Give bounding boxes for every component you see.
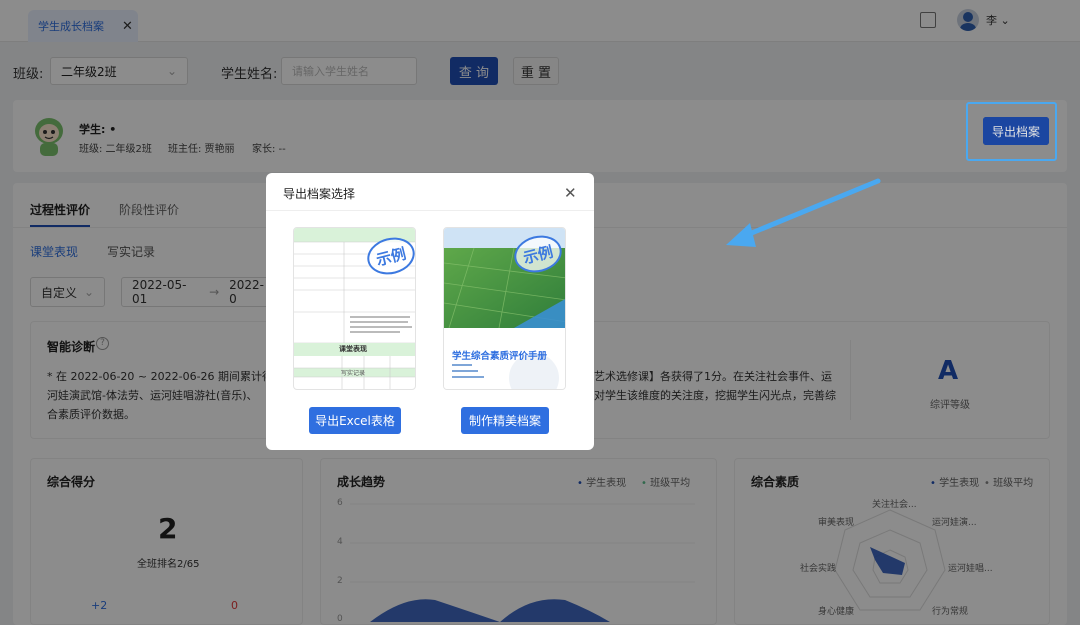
excel-preview[interactable]: 课堂表现 写实记录 示例 — [293, 227, 416, 390]
export-excel-button[interactable]: 导出Excel表格 — [309, 407, 401, 434]
doc-section-label: 课堂表现 — [339, 345, 367, 353]
close-icon[interactable]: ✕ — [564, 184, 577, 202]
booklet-title: 学生综合素质评价手册 — [452, 351, 548, 362]
modal-title: 导出档案选择 — [283, 187, 356, 201]
make-fine-archive-button[interactable]: 制作精美档案 — [461, 407, 549, 434]
export-modal: 导出档案选择 ✕ 课堂表现 写实记录 示例 学生综合素质评价手册 示例 导出Ex… — [266, 173, 594, 450]
doc-section-label-2: 写实记录 — [341, 370, 366, 377]
export-archive-button-highlighted[interactable]: 导出档案 — [983, 117, 1049, 145]
booklet-preview[interactable]: 学生综合素质评价手册 示例 — [443, 227, 566, 390]
modal-divider — [266, 210, 594, 211]
annotation-arrow-icon — [726, 178, 881, 247]
